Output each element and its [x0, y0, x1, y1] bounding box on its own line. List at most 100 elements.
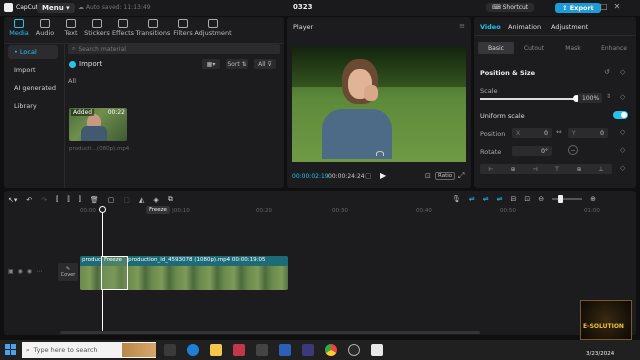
position-y-field[interactable]: Y0: [568, 128, 608, 138]
task-view-icon[interactable]: [164, 344, 176, 356]
scale-value-field[interactable]: 100%: [578, 93, 602, 103]
subtab-basic[interactable]: Basic: [478, 42, 514, 54]
keyframe-icon[interactable]: ◇: [620, 68, 625, 76]
sidebar-item-local[interactable]: • Local: [8, 45, 58, 59]
tab-animation[interactable]: Animation: [508, 23, 541, 31]
tab-filters[interactable]: Filters: [170, 19, 196, 37]
view-toggle-button[interactable]: ▦▾: [202, 59, 220, 69]
preview-toggle-icon[interactable]: [376, 151, 384, 156]
project-name[interactable]: 0323: [293, 3, 312, 11]
tab-stickers[interactable]: Stickers: [84, 19, 110, 37]
redo-icon[interactable]: ↷: [41, 196, 47, 204]
tab-transitions[interactable]: Transitions: [136, 19, 170, 37]
shortcut-button[interactable]: ⌨ Shortcut: [486, 3, 535, 12]
align-middle-icon[interactable]: ⊕: [576, 166, 581, 173]
play-button[interactable]: ▶: [380, 171, 386, 180]
ratio-button[interactable]: Ratio: [435, 172, 456, 180]
subtab-cutout[interactable]: Cutout: [516, 42, 552, 54]
file-explorer-icon[interactable]: [210, 344, 222, 356]
filter-all-button[interactable]: All ⊽: [254, 59, 276, 69]
video-preview[interactable]: [292, 47, 466, 162]
rotate-keyframe-icon[interactable]: ◇: [620, 146, 625, 154]
subtab-enhance[interactable]: Enhance: [594, 42, 634, 54]
track-lock-icon[interactable]: ▣: [8, 268, 14, 275]
position-x-field[interactable]: X0: [512, 128, 552, 138]
tab-audio[interactable]: Audio: [32, 19, 58, 37]
crop-tool-icon[interactable]: ⧉: [168, 195, 173, 204]
crop-icon[interactable]: ⊡: [425, 172, 431, 180]
undo-icon[interactable]: ↶: [26, 196, 32, 204]
uniform-scale-toggle[interactable]: [613, 111, 628, 119]
sidebar-item-import[interactable]: Import: [8, 63, 58, 77]
align-top-icon[interactable]: ⊤: [554, 166, 559, 173]
fullscreen-range-icon[interactable]: ▢: [365, 172, 372, 180]
tab-effects[interactable]: Effects: [110, 19, 136, 37]
app-icon-red[interactable]: [233, 344, 245, 356]
scale-slider[interactable]: [480, 95, 580, 102]
main-track-magnet-icon[interactable]: ⇌: [469, 195, 475, 203]
obs-icon[interactable]: [348, 344, 360, 356]
split-left-icon[interactable]: ⫿: [67, 195, 69, 204]
scale-stepper-icon[interactable]: ⇕: [606, 93, 611, 100]
reset-icon[interactable]: ↺: [604, 68, 610, 76]
menu-button[interactable]: Menu ▾: [37, 3, 75, 13]
zoom-out-icon[interactable]: ⊖: [538, 195, 544, 203]
align-right-icon[interactable]: ⊣: [532, 166, 537, 173]
cover-button[interactable]: ✎ Cover: [58, 263, 78, 281]
delete-icon[interactable]: 🗑: [90, 196, 99, 204]
zoom-fit-icon[interactable]: ⊡: [524, 195, 530, 203]
timeline-scrollbar[interactable]: [60, 331, 480, 334]
zoom-slider[interactable]: [552, 195, 583, 203]
window-controls[interactable]: –□✕: [590, 2, 626, 11]
zoom-in-icon[interactable]: ⊕: [590, 195, 596, 203]
align-left-icon[interactable]: ⊢: [488, 166, 493, 173]
linkage-icon[interactable]: ⇌: [497, 195, 503, 203]
track-more-icon[interactable]: ⋯: [36, 268, 42, 275]
align-center-h-icon[interactable]: ⊕: [510, 166, 515, 173]
edge-icon[interactable]: [187, 344, 199, 356]
chrome-icon[interactable]: [325, 344, 337, 356]
rotate-field[interactable]: 0°: [512, 146, 552, 156]
word-icon[interactable]: [279, 344, 291, 356]
track-visible-icon[interactable]: ◉: [18, 268, 23, 275]
subtab-mask[interactable]: Mask: [554, 42, 592, 54]
app-icon-dark[interactable]: [256, 344, 268, 356]
sidebar-item-ai-generated[interactable]: AI generated: [8, 81, 58, 95]
auto-snap-icon[interactable]: ⇌: [483, 195, 489, 203]
tab-adjustment[interactable]: Adjustment: [551, 23, 588, 31]
rotate-dial-icon[interactable]: −: [568, 145, 578, 155]
link-icon[interactable]: ⇔: [556, 128, 562, 136]
select-tool-icon[interactable]: ↖▾: [8, 196, 17, 204]
scale-keyframe-icon[interactable]: ◇: [620, 93, 625, 101]
tab-adjustment[interactable]: Adjustment: [194, 19, 232, 37]
section-position-size[interactable]: Position & Size: [480, 69, 535, 77]
track-mute-icon[interactable]: ◉: [27, 268, 32, 275]
app-icon-blue[interactable]: [302, 344, 314, 356]
split-icon[interactable]: ⫿: [56, 195, 58, 204]
capcut-logo-icon: [4, 3, 13, 12]
media-clip-thumbnail[interactable]: Added 00:22: [69, 108, 127, 141]
sidebar-item-library[interactable]: Library: [8, 99, 58, 113]
position-keyframe-icon[interactable]: ◇: [620, 128, 625, 136]
search-input[interactable]: ⌕ Search material: [68, 44, 280, 54]
capcut-taskbar-icon[interactable]: [371, 344, 383, 356]
microphone-icon[interactable]: 🎙: [452, 195, 461, 203]
player-menu-icon[interactable]: ≡: [459, 22, 465, 30]
import-button[interactable]: Import: [69, 60, 102, 68]
split-right-icon[interactable]: ⫿: [79, 195, 81, 204]
freeze-icon[interactable]: ▢: [108, 196, 115, 204]
tab-video[interactable]: Video: [480, 23, 501, 31]
mirror-icon[interactable]: ▢: [123, 196, 130, 204]
tab-text[interactable]: Text: [58, 19, 84, 37]
windows-start-icon[interactable]: [5, 344, 16, 355]
sort-button[interactable]: Sort ⇅: [226, 59, 248, 69]
timeline-ruler[interactable]: 00:00 |00:10 00:20 00:30 00:40 00:50 01:…: [80, 208, 632, 216]
rotate-tool-icon[interactable]: ◈: [153, 196, 158, 204]
align-bottom-icon[interactable]: ⊥: [598, 166, 603, 173]
tab-media[interactable]: Media: [6, 19, 32, 37]
flip-icon[interactable]: ◭: [139, 196, 144, 204]
preview-axis-icon[interactable]: ⊟: [511, 195, 517, 203]
freeze-frame-segment[interactable]: Freeze: [101, 256, 128, 290]
fullscreen-icon[interactable]: ⤢: [458, 171, 464, 181]
align-keyframe-icon[interactable]: ◇: [620, 164, 625, 172]
